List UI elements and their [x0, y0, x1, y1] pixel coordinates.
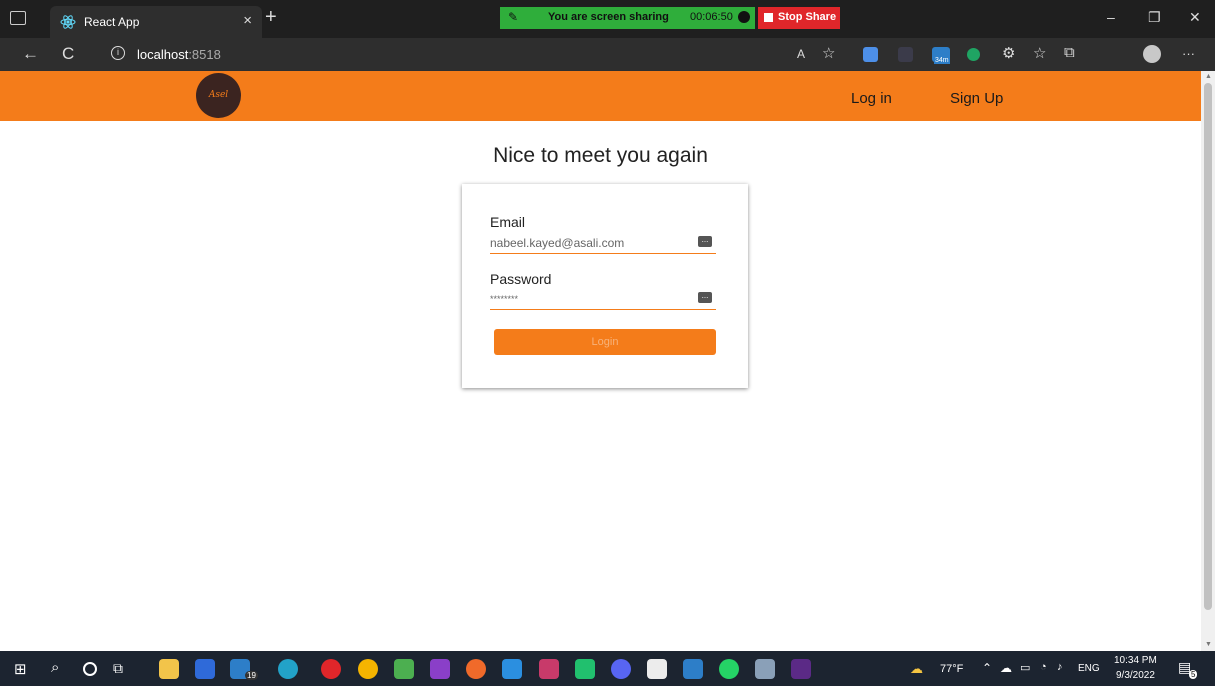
language-indicator[interactable]: ENG [1078, 663, 1100, 674]
url-port: :8518 [188, 47, 221, 62]
vscode-icon[interactable] [502, 659, 522, 679]
share-message: You are screen sharing [548, 11, 669, 23]
tab-title: React App [84, 15, 140, 29]
app-logo[interactable]: Asel [196, 73, 241, 118]
windows-start-icon[interactable]: ⊞ [14, 660, 27, 678]
translate-extension-icon[interactable] [863, 47, 878, 62]
favorites-icon[interactable]: ☆ [1033, 44, 1046, 62]
wifi-icon[interactable]: ◔ [1040, 661, 1047, 673]
login-card: Email nabeel.kayed@asali.com ... Passwor… [462, 184, 748, 388]
clock-time[interactable]: 10:34 PM [1114, 655, 1157, 666]
tab-actions-icon[interactable] [10, 11, 26, 25]
temperature[interactable]: 77°F [940, 663, 963, 675]
volume-icon[interactable]: ♪ [1057, 661, 1063, 673]
rider-icon[interactable] [539, 659, 559, 679]
extension-dots-icon[interactable] [898, 47, 913, 62]
photos-icon[interactable] [755, 659, 775, 679]
tab-react-app[interactable]: React App × [50, 6, 262, 38]
notion-icon[interactable] [647, 659, 667, 679]
cortana-icon[interactable] [83, 662, 97, 676]
reload-button[interactable]: C [62, 44, 74, 64]
pin-icon[interactable]: ✎ [508, 10, 518, 24]
signup-link[interactable]: Sign Up [950, 90, 1003, 107]
scrollbar-thumb[interactable] [1204, 83, 1212, 610]
visual-studio-icon[interactable] [430, 659, 450, 679]
opera-icon[interactable] [321, 659, 341, 679]
password-manager-icon[interactable]: ... [698, 236, 712, 247]
profile-avatar[interactable] [1143, 45, 1161, 63]
react-icon [60, 15, 76, 29]
chrome-icon[interactable] [358, 659, 378, 679]
weather-icon[interactable]: ☁ [910, 661, 923, 677]
email-label: Email [490, 214, 526, 230]
task-view-icon[interactable]: ⧉ [113, 660, 123, 677]
mail-badge: 19 [245, 671, 258, 680]
minimize-button[interactable]: – [1107, 9, 1115, 25]
browser-tab-bar: React App × + ✎ You are screen sharing 0… [0, 0, 1215, 38]
new-tab-button[interactable]: + [265, 6, 277, 29]
chevron-up-icon[interactable]: ⌃ [982, 661, 992, 675]
url-text[interactable]: localhost:8518 [137, 47, 221, 62]
shield-icon [738, 11, 750, 23]
stop-icon [764, 13, 773, 22]
lambda-app-icon[interactable] [394, 659, 414, 679]
scroll-down-icon[interactable]: ▼ [1205, 641, 1212, 648]
edge-icon[interactable] [278, 659, 298, 679]
collections-icon[interactable]: ⧉ [1064, 44, 1075, 61]
site-info-icon[interactable]: i [111, 46, 125, 60]
screen-share-banner: ✎ You are screen sharing 00:06:50 Stop S… [500, 7, 840, 29]
onedrive-icon[interactable]: ☁ [1000, 661, 1012, 675]
scroll-up-icon[interactable]: ▲ [1205, 73, 1212, 80]
login-button[interactable]: Login [494, 329, 716, 355]
search-icon[interactable]: ⌕ [51, 659, 59, 676]
tab-close-button[interactable]: × [243, 12, 252, 29]
battery-icon[interactable]: ▭ [1020, 661, 1030, 674]
zoom-icon[interactable] [683, 659, 703, 679]
notification-badge: 5 [1189, 670, 1198, 679]
restore-button[interactable]: ❐ [1148, 9, 1161, 26]
app-navbar: Asel Log in Sign Up [0, 71, 1201, 121]
password-value: ******** [490, 294, 519, 304]
page-scrollbar[interactable]: ▲ ▼ [1201, 71, 1215, 651]
share-status: ✎ You are screen sharing 00:06:50 [500, 7, 755, 29]
windows-taskbar: ⊞ ⌕ ⧉ 19 ☁ 77°F ⌃ ☁ ▭ ◔ ♪ ENG 10:34 PM 9… [0, 651, 1215, 686]
discord-icon[interactable] [611, 659, 631, 679]
password-field[interactable]: ******** ... [490, 290, 716, 310]
address-bar[interactable]: i localhost:8518 [97, 42, 857, 67]
share-timer: 00:06:50 [690, 11, 733, 23]
more-menu-button[interactable]: ··· [1182, 46, 1195, 61]
postman-icon[interactable] [466, 659, 486, 679]
store-icon[interactable] [195, 659, 215, 679]
read-aloud-icon[interactable]: A [797, 47, 805, 61]
password-label: Password [490, 271, 552, 287]
email-value: nabeel.kayed@asali.com [490, 236, 625, 250]
url-host: localhost [137, 47, 189, 62]
extension-badge: 34m [934, 57, 950, 64]
back-button[interactable]: ← [22, 44, 39, 64]
stop-share-label: Stop Share [778, 11, 837, 23]
app-icon[interactable] [791, 659, 811, 679]
page-title: Nice to meet you again [493, 144, 708, 167]
email-field[interactable]: nabeel.kayed@asali.com ... [490, 234, 716, 254]
file-explorer-icon[interactable] [159, 659, 179, 679]
password-manager-icon[interactable]: ... [698, 292, 712, 303]
clock-date[interactable]: 9/3/2022 [1116, 670, 1155, 681]
pycharm-icon[interactable] [575, 659, 595, 679]
grammarly-icon[interactable] [967, 48, 980, 61]
close-window-button[interactable]: ✕ [1189, 9, 1201, 26]
login-link[interactable]: Log in [851, 90, 892, 107]
extensions-icon[interactable]: ⚙ [1002, 44, 1015, 62]
whatsapp-icon[interactable] [719, 659, 739, 679]
browser-toolbar: ← C i localhost:8518 A ☆ 34m ⚙ ☆ ⧉ ··· [0, 38, 1215, 71]
favorite-add-icon[interactable]: ☆ [822, 44, 835, 62]
stop-share-button[interactable]: Stop Share [758, 7, 840, 29]
